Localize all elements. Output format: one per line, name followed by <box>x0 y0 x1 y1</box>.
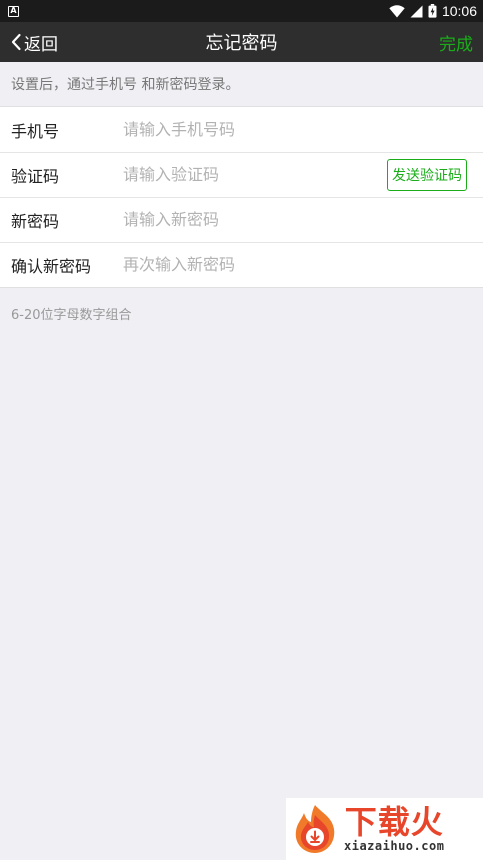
code-input[interactable] <box>123 165 387 184</box>
watermark-text: 下载火 xiazaihuo.com <box>344 805 444 853</box>
status-right: 10:06 <box>389 3 477 19</box>
nav-bar: 返回 忘记密码 完成 <box>0 22 483 62</box>
android-notification-icon: A <box>8 5 19 17</box>
status-bar: A 10:06 <box>0 0 483 22</box>
send-code-button[interactable]: 发送验证码 <box>387 158 467 191</box>
done-button[interactable]: 完成 <box>439 30 473 55</box>
phone-label: 手机号 <box>11 121 60 141</box>
new-password-row: 新密码 <box>0 197 483 242</box>
back-label: 返回 <box>24 34 58 55</box>
flame-logo-icon <box>295 805 335 853</box>
status-time: 10:06 <box>441 3 477 19</box>
watermark-url: xiazaihuo.com <box>344 839 445 853</box>
notification-glyph: A <box>10 6 17 15</box>
phone-row: 手机号 <box>0 107 483 152</box>
cell-signal-icon <box>410 5 423 17</box>
tip-text: 设置后，通过手机号 和新密码登录。 <box>11 77 240 93</box>
status-left: A <box>8 5 19 17</box>
wifi-icon <box>389 4 405 18</box>
back-button[interactable]: 返回 <box>10 30 58 55</box>
code-row: 验证码 发送验证码 <box>0 152 483 197</box>
password-hint: 6-20位字母数字组合 <box>11 308 132 323</box>
new-password-label: 新密码 <box>11 211 60 231</box>
page-title: 忘记密码 <box>205 33 278 54</box>
watermark-brand: 下载火 <box>344 803 444 841</box>
confirm-password-input[interactable] <box>123 255 467 274</box>
battery-charging-icon <box>428 4 437 18</box>
phone-input[interactable] <box>123 120 467 139</box>
watermark: 下载火 xiazaihuo.com <box>286 798 483 860</box>
chevron-left-icon <box>11 33 21 51</box>
code-label: 验证码 <box>11 166 60 186</box>
confirm-password-row: 确认新密码 <box>0 242 483 287</box>
password-reset-form: 手机号 验证码 发送验证码 新密码 确认新密码 <box>0 106 483 288</box>
confirm-password-label: 确认新密码 <box>11 256 92 276</box>
new-password-input[interactable] <box>123 210 467 229</box>
